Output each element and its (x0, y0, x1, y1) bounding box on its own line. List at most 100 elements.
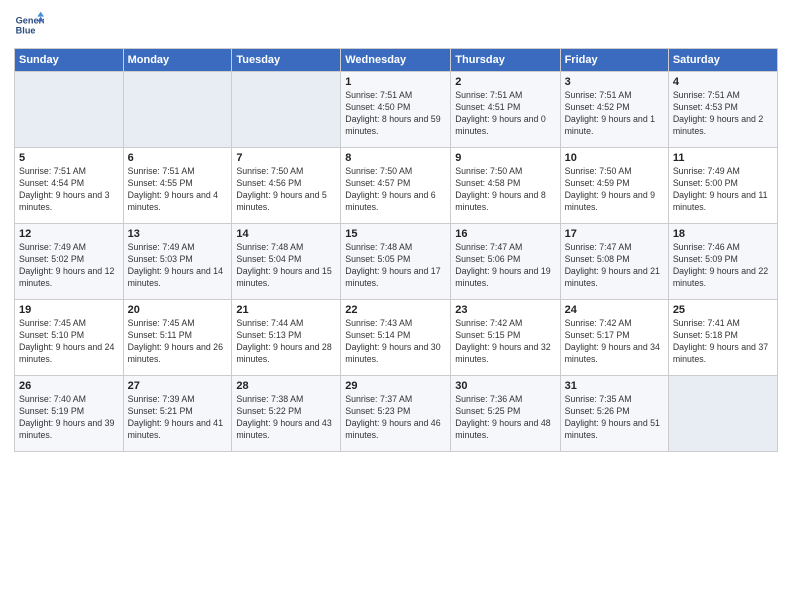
day-cell (668, 376, 777, 452)
day-number: 15 (345, 228, 446, 240)
weekday-header-wednesday: Wednesday (341, 49, 451, 72)
week-row-3: 12Sunrise: 7:49 AMSunset: 5:02 PMDayligh… (15, 224, 778, 300)
day-cell: 4 Sunrise: 7:51 AMSunset: 4:53 PMDaylight… (668, 72, 777, 148)
day-number: 29 (345, 380, 446, 392)
svg-text:Blue: Blue (16, 25, 36, 35)
week-row-5: 26 Sunrise: 7:40 AMSunset: 5:19 PMDayligh… (15, 376, 778, 452)
day-cell: 19 Sunrise: 7:45 AMSunset: 5:10 PMDayligh… (15, 300, 124, 376)
day-info: Sunrise: 7:43 AMSunset: 5:14 PMDaylight:… (345, 318, 446, 366)
day-number: 2 (455, 76, 555, 88)
week-row-4: 19 Sunrise: 7:45 AMSunset: 5:10 PMDayligh… (15, 300, 778, 376)
day-cell: 7Sunrise: 7:50 AMSunset: 4:56 PMDaylight… (232, 148, 341, 224)
day-cell: 12Sunrise: 7:49 AMSunset: 5:02 PMDayligh… (15, 224, 124, 300)
day-info: Sunrise: 7:47 AMSunset: 5:08 PMDaylight:… (565, 242, 664, 290)
day-info: Sunrise: 7:45 AMSunset: 5:11 PMDaylight:… (128, 318, 228, 366)
day-number: 18 (673, 228, 773, 240)
day-cell: 14 Sunrise: 7:48 AMSunset: 5:04 PMDayligh… (232, 224, 341, 300)
day-info: Sunrise: 7:49 AMSunset: 5:03 PMDaylight:… (128, 242, 228, 290)
day-cell: 10 Sunrise: 7:50 AMSunset: 4:59 PMDayligh… (560, 148, 668, 224)
day-cell (232, 72, 341, 148)
day-cell: 13 Sunrise: 7:49 AMSunset: 5:03 PMDayligh… (123, 224, 232, 300)
weekday-header-monday: Monday (123, 49, 232, 72)
day-cell: 20Sunrise: 7:45 AMSunset: 5:11 PMDayligh… (123, 300, 232, 376)
day-info: Sunrise: 7:45 AMSunset: 5:10 PMDaylight:… (19, 318, 119, 366)
day-cell: 21 Sunrise: 7:44 AMSunset: 5:13 PMDayligh… (232, 300, 341, 376)
day-cell (15, 72, 124, 148)
day-number: 17 (565, 228, 664, 240)
week-row-2: 5 Sunrise: 7:51 AMSunset: 4:54 PMDaylight… (15, 148, 778, 224)
day-info: Sunrise: 7:51 AMSunset: 4:55 PMDaylight:… (128, 166, 228, 214)
day-number: 8 (345, 152, 446, 164)
day-cell: 3 Sunrise: 7:51 AMSunset: 4:52 PMDaylight… (560, 72, 668, 148)
day-info: Sunrise: 7:50 AMSunset: 4:58 PMDaylight:… (455, 166, 555, 214)
weekday-header-row: SundayMondayTuesdayWednesdayThursdayFrid… (15, 49, 778, 72)
day-info: Sunrise: 7:40 AMSunset: 5:19 PMDaylight:… (19, 394, 119, 442)
day-info: Sunrise: 7:51 AMSunset: 4:54 PMDaylight:… (19, 166, 119, 214)
weekday-header-sunday: Sunday (15, 49, 124, 72)
day-number: 14 (236, 228, 336, 240)
day-info: Sunrise: 7:37 AMSunset: 5:23 PMDaylight:… (345, 394, 446, 442)
day-cell: 18 Sunrise: 7:46 AMSunset: 5:09 PMDayligh… (668, 224, 777, 300)
day-number: 26 (19, 380, 119, 392)
day-cell: 17 Sunrise: 7:47 AMSunset: 5:08 PMDayligh… (560, 224, 668, 300)
day-cell: 26 Sunrise: 7:40 AMSunset: 5:19 PMDayligh… (15, 376, 124, 452)
day-cell: 25 Sunrise: 7:41 AMSunset: 5:18 PMDayligh… (668, 300, 777, 376)
day-info: Sunrise: 7:51 AMSunset: 4:52 PMDaylight:… (565, 90, 664, 138)
day-number: 9 (455, 152, 555, 164)
day-cell: 27Sunrise: 7:39 AMSunset: 5:21 PMDayligh… (123, 376, 232, 452)
day-info: Sunrise: 7:42 AMSunset: 5:15 PMDaylight:… (455, 318, 555, 366)
day-info: Sunrise: 7:51 AMSunset: 4:50 PMDaylight:… (345, 90, 446, 138)
day-info: Sunrise: 7:48 AMSunset: 5:04 PMDaylight:… (236, 242, 336, 290)
day-number: 25 (673, 304, 773, 316)
day-info: Sunrise: 7:48 AMSunset: 5:05 PMDaylight:… (345, 242, 446, 290)
day-number: 4 (673, 76, 773, 88)
day-number: 3 (565, 76, 664, 88)
day-cell: 5 Sunrise: 7:51 AMSunset: 4:54 PMDaylight… (15, 148, 124, 224)
day-number: 19 (19, 304, 119, 316)
day-cell: 31 Sunrise: 7:35 AMSunset: 5:26 PMDayligh… (560, 376, 668, 452)
logo-icon: General Blue (14, 10, 44, 40)
day-number: 30 (455, 380, 555, 392)
day-info: Sunrise: 7:50 AMSunset: 4:57 PMDaylight:… (345, 166, 446, 214)
day-cell: 1 Sunrise: 7:51 AMSunset: 4:50 PMDaylight… (341, 72, 451, 148)
day-cell: 9 Sunrise: 7:50 AMSunset: 4:58 PMDaylight… (451, 148, 560, 224)
day-cell: 16Sunrise: 7:47 AMSunset: 5:06 PMDayligh… (451, 224, 560, 300)
day-number: 1 (345, 76, 446, 88)
day-number: 6 (128, 152, 228, 164)
day-cell: 22 Sunrise: 7:43 AMSunset: 5:14 PMDayligh… (341, 300, 451, 376)
day-info: Sunrise: 7:50 AMSunset: 4:56 PMDaylight:… (236, 166, 336, 214)
day-cell: 8 Sunrise: 7:50 AMSunset: 4:57 PMDaylight… (341, 148, 451, 224)
day-number: 21 (236, 304, 336, 316)
day-info: Sunrise: 7:51 AMSunset: 4:53 PMDaylight:… (673, 90, 773, 138)
day-number: 10 (565, 152, 664, 164)
calendar-table: SundayMondayTuesdayWednesdayThursdayFrid… (14, 48, 778, 452)
day-number: 13 (128, 228, 228, 240)
day-number: 11 (673, 152, 773, 164)
day-cell (123, 72, 232, 148)
day-info: Sunrise: 7:41 AMSunset: 5:18 PMDaylight:… (673, 318, 773, 366)
day-cell: 30 Sunrise: 7:36 AMSunset: 5:25 PMDayligh… (451, 376, 560, 452)
day-info: Sunrise: 7:36 AMSunset: 5:25 PMDaylight:… (455, 394, 555, 442)
weekday-header-thursday: Thursday (451, 49, 560, 72)
day-cell: 15 Sunrise: 7:48 AMSunset: 5:05 PMDayligh… (341, 224, 451, 300)
day-info: Sunrise: 7:44 AMSunset: 5:13 PMDaylight:… (236, 318, 336, 366)
day-info: Sunrise: 7:50 AMSunset: 4:59 PMDaylight:… (565, 166, 664, 214)
day-info: Sunrise: 7:46 AMSunset: 5:09 PMDaylight:… (673, 242, 773, 290)
header: General Blue (14, 10, 778, 40)
day-cell: 11Sunrise: 7:49 AMSunset: 5:00 PMDayligh… (668, 148, 777, 224)
day-cell: 28Sunrise: 7:38 AMSunset: 5:22 PMDayligh… (232, 376, 341, 452)
day-cell: 29 Sunrise: 7:37 AMSunset: 5:23 PMDayligh… (341, 376, 451, 452)
logo: General Blue (14, 10, 44, 40)
weekday-header-friday: Friday (560, 49, 668, 72)
day-number: 5 (19, 152, 119, 164)
day-info: Sunrise: 7:35 AMSunset: 5:26 PMDaylight:… (565, 394, 664, 442)
week-row-1: 1 Sunrise: 7:51 AMSunset: 4:50 PMDaylight… (15, 72, 778, 148)
day-number: 23 (455, 304, 555, 316)
weekday-header-saturday: Saturday (668, 49, 777, 72)
weekday-header-tuesday: Tuesday (232, 49, 341, 72)
day-info: Sunrise: 7:39 AMSunset: 5:21 PMDaylight:… (128, 394, 228, 442)
day-number: 31 (565, 380, 664, 392)
day-number: 24 (565, 304, 664, 316)
day-number: 22 (345, 304, 446, 316)
day-cell: 2Sunrise: 7:51 AMSunset: 4:51 PMDaylight… (451, 72, 560, 148)
